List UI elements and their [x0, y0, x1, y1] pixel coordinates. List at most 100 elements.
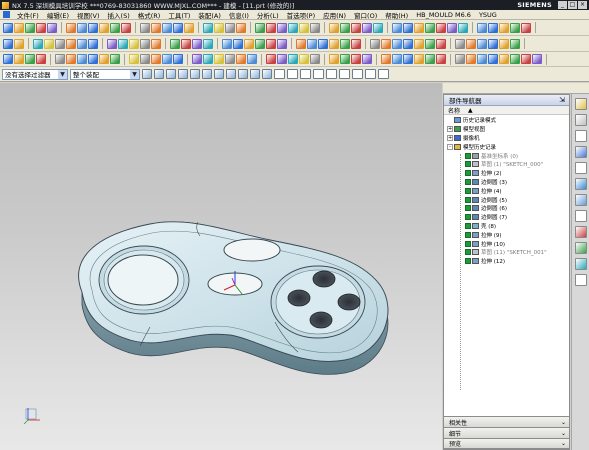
document-icon[interactable] — [3, 11, 10, 18]
tree-node[interactable]: 拉伸 (4) — [444, 186, 569, 195]
select-all-icon[interactable] — [142, 69, 152, 79]
revolve-icon[interactable] — [55, 38, 65, 49]
save-icon[interactable] — [510, 38, 520, 49]
visibility-checkbox[interactable] — [465, 249, 471, 256]
point-icon[interactable] — [162, 22, 172, 33]
new-part-icon[interactable] — [3, 38, 13, 49]
draft-icon[interactable] — [340, 22, 350, 33]
pocket-icon[interactable] — [296, 38, 306, 49]
navigator-column-header[interactable]: 名称 ▲ — [444, 106, 569, 115]
line-icon[interactable] — [392, 22, 402, 33]
datum-axis-icon[interactable] — [151, 38, 161, 49]
datum-plane-icon[interactable] — [140, 22, 150, 33]
menu-item[interactable]: 插入(S) — [104, 10, 134, 20]
menu-item[interactable]: 分析(L) — [253, 10, 283, 20]
shell-icon[interactable] — [329, 54, 339, 64]
minimize-button[interactable]: _ — [558, 1, 567, 9]
delete-icon[interactable] — [299, 22, 309, 33]
sketch-icon[interactable] — [381, 38, 391, 49]
manufacturing-wizards-icon[interactable] — [574, 242, 587, 254]
point-on-face-icon[interactable] — [274, 69, 285, 79]
circle-icon[interactable] — [414, 38, 424, 49]
redo-icon[interactable] — [47, 22, 57, 33]
zoom-icon[interactable] — [181, 38, 191, 49]
chamfer-icon[interactable] — [318, 38, 328, 49]
tree-node[interactable]: + 模型视图 — [444, 125, 569, 134]
open-icon[interactable] — [14, 22, 24, 33]
cursor-location-icon[interactable] — [300, 69, 311, 79]
arc-center-icon[interactable] — [226, 69, 236, 79]
rotate-view-icon[interactable] — [192, 54, 202, 64]
line-icon[interactable] — [392, 38, 402, 49]
circle-snap-icon[interactable] — [339, 69, 350, 79]
pan-icon[interactable] — [203, 22, 213, 33]
visibility-checkbox[interactable] — [465, 214, 471, 221]
tree-node[interactable]: 草图 (11) "SKETCH_001" — [444, 248, 569, 257]
visibility-checkbox[interactable] — [465, 205, 471, 212]
type-filter-dropdown[interactable]: 没有选择过滤器 ▼ — [2, 68, 68, 80]
tree-node[interactable]: + 摄像机 — [444, 134, 569, 143]
save-icon[interactable] — [510, 22, 520, 33]
hd3d-tools-icon[interactable] — [574, 162, 587, 174]
menu-item[interactable]: 视图(V) — [73, 10, 104, 20]
open-icon[interactable] — [14, 38, 24, 49]
visibility-checkbox[interactable] — [465, 170, 471, 177]
boss-icon[interactable] — [77, 54, 87, 64]
hole-icon[interactable] — [66, 38, 76, 49]
square-snap-icon[interactable] — [365, 69, 376, 79]
open-icon[interactable] — [14, 54, 24, 64]
tree-node[interactable]: 草图 (1) "SKETCH_000" — [444, 160, 569, 169]
tree-node[interactable]: 拉伸 (9) — [444, 230, 569, 239]
quadrant-point-icon[interactable] — [238, 69, 248, 79]
open-icon[interactable] — [499, 22, 509, 33]
undo-icon[interactable] — [521, 22, 531, 33]
spline-icon[interactable] — [436, 54, 446, 64]
visibility-checkbox[interactable] — [465, 187, 471, 194]
intersect-icon[interactable] — [129, 38, 139, 49]
pin-icon[interactable]: ⇲ — [559, 96, 565, 104]
copy-icon[interactable] — [277, 22, 287, 33]
undo-icon[interactable] — [244, 38, 254, 49]
layer-icon[interactable] — [247, 54, 257, 64]
menu-item[interactable]: 应用(N) — [319, 10, 350, 20]
point-icon[interactable] — [370, 38, 380, 49]
curve-rule-icon[interactable] — [166, 69, 176, 79]
tree-node[interactable]: 边倒圆 (6) — [444, 204, 569, 213]
tree-node[interactable]: 拉伸 (2) — [444, 169, 569, 178]
command-finder-icon[interactable] — [33, 38, 43, 49]
intersection-snap-icon[interactable] — [214, 69, 224, 79]
panel-dependencies[interactable]: 相关性 ⌄ — [443, 416, 570, 427]
menu-item[interactable]: 文件(F) — [13, 10, 43, 20]
rotate-view-icon[interactable] — [192, 38, 202, 49]
wireframe-icon[interactable] — [225, 22, 235, 33]
boss-icon[interactable] — [77, 22, 87, 33]
command-finder-icon[interactable] — [310, 54, 320, 64]
expand-icon[interactable]: + — [447, 126, 453, 133]
undo-icon[interactable] — [36, 22, 46, 33]
pattern-icon[interactable] — [351, 22, 361, 33]
hole-icon[interactable] — [66, 22, 76, 33]
system-scenes-icon[interactable] — [574, 274, 587, 286]
part-navigator[interactable]: 部件导航器 ⇲ 名称 ▲ 历史记录模式 + 模型视图 + 摄像机 - 模型历史记录 基准坐标系… — [443, 94, 570, 450]
boss-icon[interactable] — [77, 38, 87, 49]
pan-icon[interactable] — [203, 54, 213, 64]
shell-icon[interactable] — [329, 22, 339, 33]
tree-node[interactable]: 边倒圆 (3) — [444, 178, 569, 187]
menu-item[interactable]: 帮助(H) — [381, 10, 412, 20]
intersect-icon[interactable] — [129, 54, 139, 64]
panel-preview[interactable]: 预览 ⌄ — [443, 438, 570, 449]
tree-node[interactable]: 边倒圆 (5) — [444, 195, 569, 204]
sketch-icon[interactable] — [381, 54, 391, 64]
constraint-navigator-icon[interactable] — [574, 114, 587, 126]
line-icon[interactable] — [184, 22, 194, 33]
blend-icon[interactable] — [307, 38, 317, 49]
bounded-grid-icon[interactable] — [287, 69, 298, 79]
spline-icon[interactable] — [436, 38, 446, 49]
hole-icon[interactable] — [66, 54, 76, 64]
section-view-icon[interactable] — [236, 22, 246, 33]
reuse-library-icon[interactable] — [574, 146, 587, 158]
tree-node[interactable]: - 模型历史记录 — [444, 142, 569, 151]
feature-select-icon[interactable] — [154, 69, 164, 79]
visibility-checkbox[interactable] — [465, 240, 471, 247]
subtract-icon[interactable] — [118, 38, 128, 49]
